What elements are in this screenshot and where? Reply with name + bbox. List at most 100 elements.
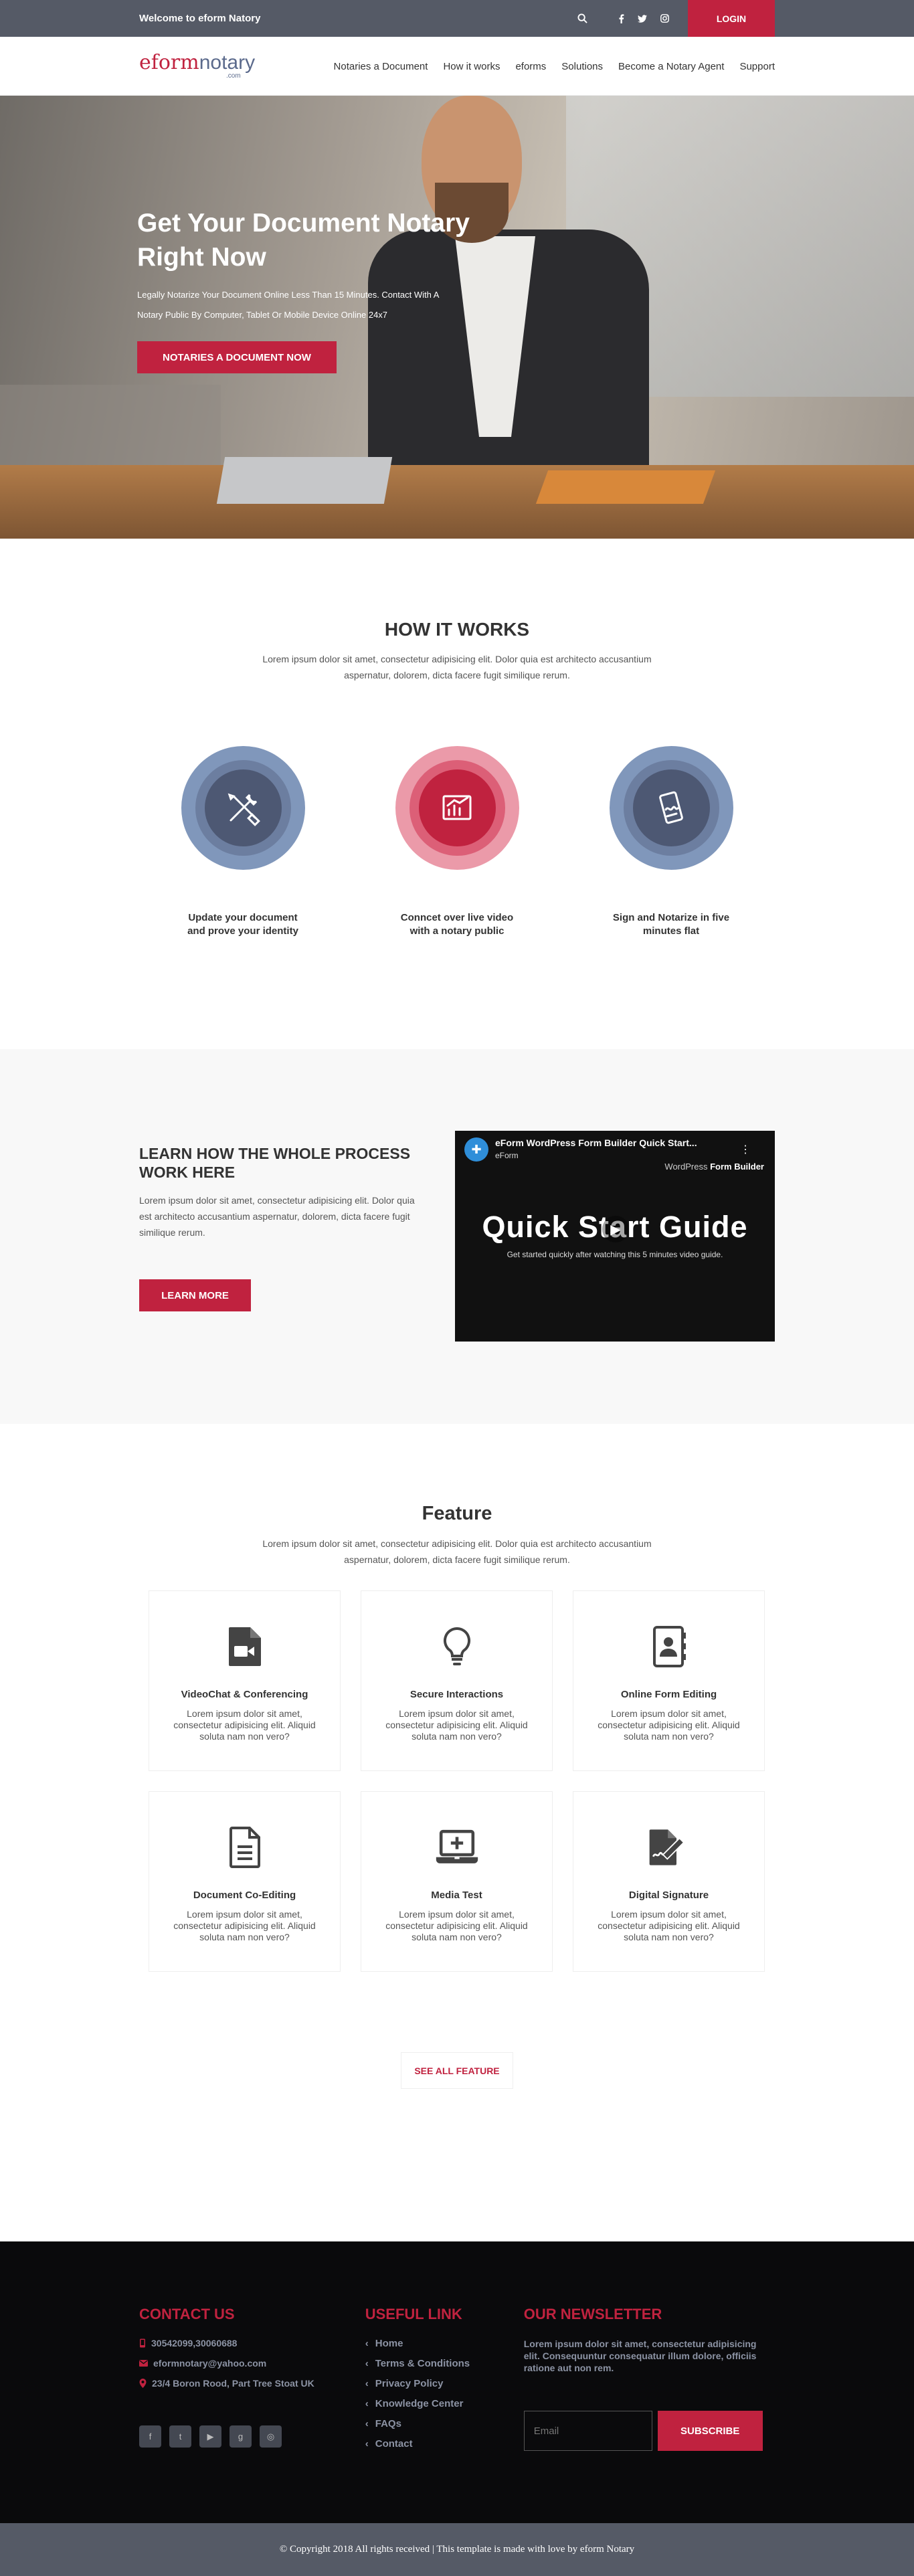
feature-card-text: Lorem ipsum dolor sit amet, consectetur …: [598, 1909, 740, 1942]
feature-card-videochat: VideoChat & Conferencing Lorem ipsum dol…: [149, 1590, 341, 1771]
hero-title: Get Your Document Notary Right Now: [137, 209, 470, 272]
footer: CONTACT US 30542099,30060688 eformnotary…: [0, 2241, 914, 2523]
feature-card-text: Lorem ipsum dolor sit amet, consectetur …: [385, 1708, 528, 1742]
how-it-works-section: HOW IT WORKS Lorem ipsum dolor sit amet,…: [0, 539, 914, 1049]
twitter-icon[interactable]: [638, 14, 647, 23]
video-right-label: WordPress Form Builder: [664, 1162, 764, 1172]
notarize-document-button[interactable]: NOTARIES A DOCUMENT NOW: [137, 341, 337, 373]
contact-address: 23/4 Boron Rood, Part Tree Stoat UK: [139, 2378, 365, 2389]
video-subline: Get started quickly after watching this …: [507, 1250, 723, 1259]
feature-card-text: Lorem ipsum dolor sit amet, consectetur …: [173, 1909, 316, 1942]
video-player[interactable]: ✚ eForm WordPress Form Builder Quick Sta…: [455, 1131, 775, 1342]
nav-item-eforms[interactable]: eforms: [515, 61, 546, 72]
nav-item-how-it-works[interactable]: How it works: [443, 61, 500, 72]
step-3-label: Sign and Notarize in five minutes flat: [612, 912, 730, 937]
footer-useful-links: USEFUL LINK Home Terms & Conditions Priv…: [365, 2306, 524, 2458]
footer-link-terms[interactable]: Terms & Conditions: [365, 2358, 524, 2369]
hero-desk: [0, 465, 914, 539]
feature-card-title: Secure Interactions: [409, 1689, 504, 1700]
newsletter-email-input[interactable]: [523, 2411, 652, 2451]
twitter-icon[interactable]: t: [169, 2425, 191, 2448]
file-signature-icon: [647, 1825, 691, 1869]
envelope-icon: [139, 2360, 148, 2367]
contact-email[interactable]: eformnotary@yahoo.com: [139, 2358, 365, 2369]
login-button[interactable]: LOGIN: [688, 0, 775, 37]
step-2: Conncet over live video with a notary pu…: [395, 746, 519, 938]
youtube-icon[interactable]: ▶: [199, 2425, 221, 2448]
footer-link-privacy[interactable]: Privacy Policy: [365, 2378, 524, 2389]
feature-card-media-test: Media Test Lorem ipsum dolor sit amet, c…: [361, 1791, 553, 1972]
main-nav: Notaries a Document How it works eforms …: [334, 61, 775, 72]
copyright-text: © Copyright 2018 All rights received | T…: [279, 2544, 635, 2555]
copyright-bar: © Copyright 2018 All rights received | T…: [0, 2523, 914, 2576]
logo-part-notary: notary: [199, 52, 256, 74]
hero-book: [535, 470, 716, 504]
video-brand: eForm: [495, 1151, 519, 1160]
search-icon[interactable]: [577, 13, 587, 23]
video-chart-icon: [442, 795, 472, 820]
nav-item-become-a-notary-agent[interactable]: Become a Notary Agent: [618, 61, 724, 72]
feature-card-digital-signature: Digital Signature Lorem ipsum dolor sit …: [573, 1791, 765, 1972]
feature-card-secure: Secure Interactions Lorem ipsum dolor si…: [361, 1590, 553, 1771]
mobile-sign-icon: [659, 791, 683, 824]
laptop-plus-icon: [435, 1825, 479, 1869]
feature-card-text: Lorem ipsum dolor sit amet, consectetur …: [598, 1708, 740, 1742]
step-1-label: Update your document and prove your iden…: [187, 912, 298, 937]
lightbulb-icon: [435, 1625, 479, 1669]
footer-link-faqs[interactable]: FAQs: [365, 2418, 524, 2429]
document-icon: [223, 1825, 267, 1869]
newsletter-title: OUR NEWSLETTER: [523, 2306, 662, 2322]
useful-link-title: USEFUL LINK: [365, 2306, 462, 2322]
nav-item-support[interactable]: Support: [739, 61, 775, 72]
map-pin-icon: [139, 2379, 147, 2388]
hero-laptop: [216, 457, 393, 504]
feature-card-text: Lorem ipsum dolor sit amet, consectetur …: [173, 1708, 316, 1742]
site-logo[interactable]: eformnotary .com: [139, 53, 255, 80]
hero-subtitle: Legally Notarize Your Document Online Le…: [137, 290, 439, 320]
step-3: Sign and Notarize in five minutes flat: [609, 746, 733, 938]
nav-item-notaries-a-document[interactable]: Notaries a Document: [334, 61, 428, 72]
step-2-label: Conncet over live video with a notary pu…: [400, 912, 514, 937]
feature-card-text: Lorem ipsum dolor sit amet, consectetur …: [385, 1909, 528, 1942]
step-1: Update your document and prove your iden…: [181, 746, 305, 938]
navbar: eformnotary .com Notaries a Document How…: [0, 37, 914, 96]
learn-text: Lorem ipsum dolor sit amet, consectetur …: [139, 1195, 415, 1238]
more-options-icon[interactable]: ⋮: [740, 1143, 751, 1156]
how-it-works-title: HOW IT WORKS: [384, 619, 530, 640]
footer-link-contact[interactable]: Contact: [365, 2438, 524, 2450]
how-it-works-subtitle: Lorem ipsum dolor sit amet, consectetur …: [262, 654, 652, 680]
footer-link-home[interactable]: Home: [365, 2338, 524, 2349]
footer-contact: CONTACT US 30542099,30060688 eformnotary…: [139, 2306, 365, 2458]
learn-more-button[interactable]: LEARN MORE: [139, 1279, 251, 1311]
play-icon[interactable]: ▶: [602, 1216, 629, 1243]
subscribe-button[interactable]: SUBSCRIBE: [657, 2411, 763, 2451]
logo-suffix: .com: [226, 72, 241, 80]
feature-card-title: Media Test: [431, 1890, 482, 1901]
instagram-icon[interactable]: ◎: [260, 2425, 282, 2448]
channel-logo-icon: ✚: [464, 1137, 488, 1162]
feature-card-form-editing: Online Form Editing Lorem ipsum dolor si…: [573, 1590, 765, 1771]
feature-section: Feature Lorem ipsum dolor sit amet, cons…: [0, 1424, 914, 2241]
nav-item-solutions[interactable]: Solutions: [561, 61, 603, 72]
tools-icon: [227, 793, 260, 826]
footer-newsletter: OUR NEWSLETTER Lorem ipsum dolor sit ame…: [523, 2306, 775, 2458]
facebook-icon[interactable]: [618, 13, 624, 23]
google-plus-icon[interactable]: g: [230, 2425, 252, 2448]
feature-card-co-editing: Document Co-Editing Lorem ipsum dolor si…: [149, 1791, 341, 1972]
phone-icon: [140, 2338, 145, 2348]
instagram-icon[interactable]: [660, 14, 669, 23]
feature-card-title: Online Form Editing: [620, 1689, 717, 1700]
hero-section: Get Your Document Notary Right Now Legal…: [0, 96, 914, 539]
top-bar: Welcome to eform Natory LOGIN: [0, 0, 914, 37]
feature-card-title: Document Co-Editing: [193, 1890, 296, 1901]
address-book-icon: [647, 1625, 691, 1669]
video-title[interactable]: eForm WordPress Form Builder Quick Start…: [495, 1137, 697, 1148]
contact-phone[interactable]: 30542099,30060688: [139, 2338, 365, 2349]
learn-title: LEARN HOW THE WHOLE PROCESS WORK HERE: [139, 1145, 411, 1181]
footer-link-knowledge-center[interactable]: Knowledge Center: [365, 2398, 524, 2409]
feature-card-title: Digital Signature: [628, 1890, 709, 1901]
facebook-icon[interactable]: f: [139, 2425, 161, 2448]
see-all-feature-button[interactable]: SEE ALL FEATURE: [401, 2052, 513, 2089]
logo-part-eform: eform: [139, 51, 199, 74]
learn-section: LEARN HOW THE WHOLE PROCESS WORK HERE Lo…: [0, 1049, 914, 1424]
